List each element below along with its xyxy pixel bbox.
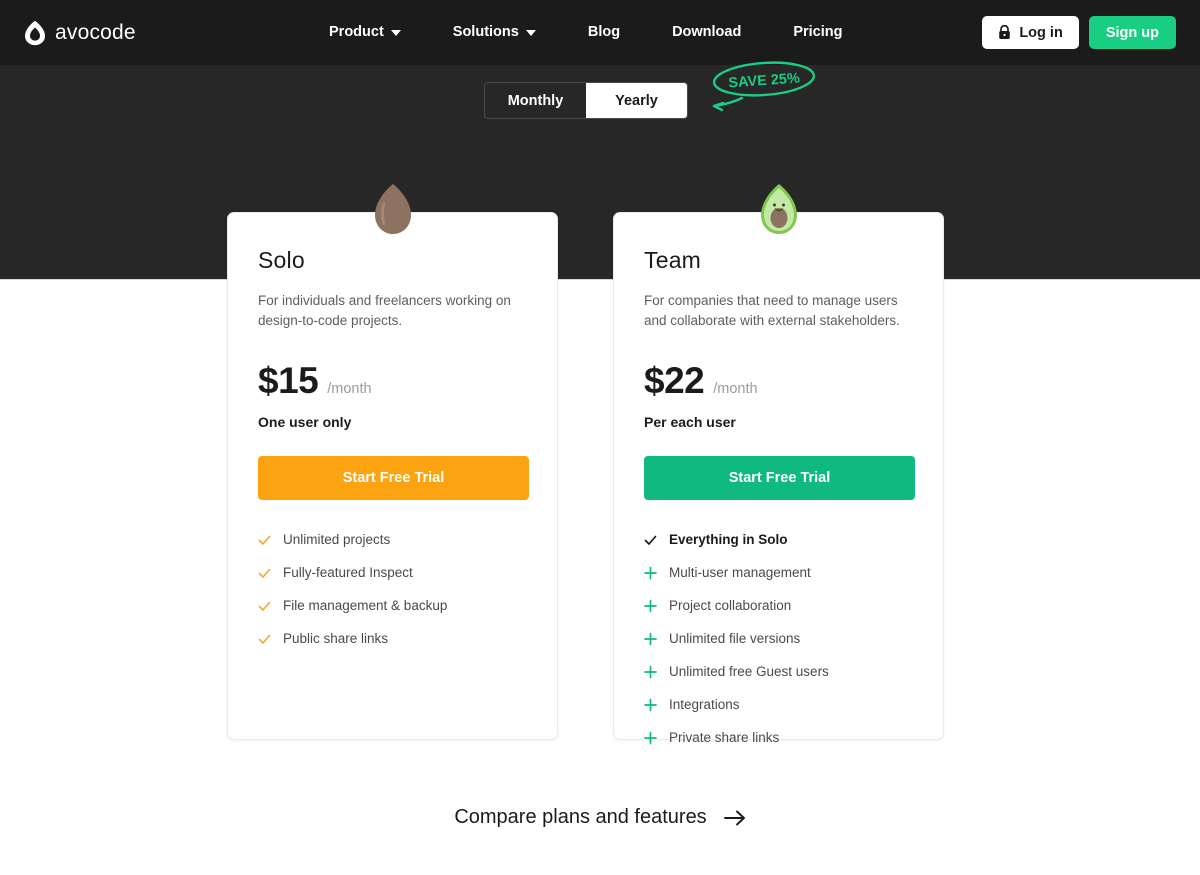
brand-logo[interactable]: avocode xyxy=(24,20,136,46)
feature-item: Fully-featured Inspect xyxy=(258,565,527,581)
plan-price-subtitle: Per each user xyxy=(644,414,736,430)
compare-plans-link[interactable]: Compare plans and features xyxy=(0,806,1200,829)
hero-divider xyxy=(0,279,1200,280)
plus-icon xyxy=(644,698,657,712)
feature-item: Project collaboration xyxy=(644,598,913,614)
login-button-label: Log in xyxy=(1019,24,1063,41)
brand-name: avocode xyxy=(55,20,136,44)
plus-icon xyxy=(644,731,657,745)
plan-description: For individuals and freelancers working … xyxy=(258,293,511,328)
plan-title: Team xyxy=(644,247,702,273)
nav-links: Product Solutions Blog Download Pricing xyxy=(303,0,869,65)
feature-label: Private share links xyxy=(669,730,780,745)
nav-link-solutions[interactable]: Solutions xyxy=(427,0,562,65)
plan-price-subtitle: One user only xyxy=(258,414,352,430)
check-icon xyxy=(644,535,657,545)
card-body: Team For companies that need to manage u… xyxy=(614,213,943,746)
feature-label: Project collaboration xyxy=(669,598,792,613)
nav-link-product[interactable]: Product xyxy=(303,0,427,65)
nav-link-label: Solutions xyxy=(452,24,519,40)
plan-price-row: $22 /month xyxy=(644,360,913,402)
check-icon xyxy=(258,535,271,545)
feature-item: Multi-user management xyxy=(644,565,913,581)
feature-label: Unlimited projects xyxy=(283,532,391,547)
plus-icon xyxy=(644,665,657,679)
signup-button[interactable]: Sign up xyxy=(1088,16,1176,49)
feature-item: Everything in Solo xyxy=(644,532,913,548)
plan-price-row: $15 /month xyxy=(258,360,527,402)
nav-link-label: Pricing xyxy=(793,24,843,40)
toggle-option-monthly[interactable]: Monthly xyxy=(485,83,586,118)
toggle-option-yearly[interactable]: Yearly xyxy=(586,83,687,118)
feature-item: File management & backup xyxy=(258,598,527,614)
annotation-label: SAVE 25% xyxy=(728,71,801,92)
feature-label: File management & backup xyxy=(283,598,448,613)
feature-label: Unlimited file versions xyxy=(669,631,801,646)
top-navigation-bar: avocode Product Solutions Blog Download … xyxy=(0,0,1200,65)
plan-price: $22 xyxy=(644,360,705,401)
check-icon xyxy=(258,568,271,578)
chevron-down-icon xyxy=(390,29,401,36)
feature-label: Unlimited free Guest users xyxy=(669,664,829,679)
plan-feature-list: Everything in Solo Multi-user management… xyxy=(644,532,913,746)
plan-price-period: /month xyxy=(327,381,372,397)
start-free-trial-button-solo[interactable]: Start Free Trial xyxy=(258,456,529,500)
feature-item: Private share links xyxy=(644,730,913,746)
arrow-right-icon xyxy=(723,810,745,825)
pricing-card-solo: Solo For individuals and freelancers wor… xyxy=(227,184,558,740)
nav-link-label: Product xyxy=(329,24,384,40)
lock-icon xyxy=(999,25,1011,39)
avocado-icon xyxy=(760,184,797,234)
billing-period-toggle[interactable]: Monthly Yearly xyxy=(484,82,688,119)
nav-link-pricing[interactable]: Pricing xyxy=(767,0,868,65)
feature-item: Public share links xyxy=(258,631,527,647)
plus-icon xyxy=(644,566,657,580)
feature-item: Unlimited projects xyxy=(258,532,527,548)
avocado-pit-icon xyxy=(374,184,411,234)
nav-actions: Log in Sign up xyxy=(982,0,1176,65)
nav-link-blog[interactable]: Blog xyxy=(562,0,646,65)
pricing-card-team: Team For companies that need to manage u… xyxy=(613,184,944,745)
feature-label: Multi-user management xyxy=(669,565,811,580)
feature-label: Everything in Solo xyxy=(669,532,788,547)
plan-feature-list: Unlimited projects Fully-featured Inspec… xyxy=(258,532,527,647)
feature-item: Unlimited free Guest users xyxy=(644,664,913,680)
compare-plans-label: Compare plans and features xyxy=(454,806,707,828)
login-button[interactable]: Log in xyxy=(982,16,1079,49)
chevron-down-icon xyxy=(525,29,536,36)
feature-label: Public share links xyxy=(283,631,389,646)
start-free-trial-button-team[interactable]: Start Free Trial xyxy=(644,456,915,500)
plus-icon xyxy=(644,599,657,613)
plan-price: $15 xyxy=(258,360,319,401)
nav-link-label: Blog xyxy=(587,24,621,40)
save-25-percent-annotation: SAVE 25% xyxy=(712,61,816,112)
nav-link-label: Download xyxy=(672,24,742,40)
check-icon xyxy=(258,601,271,611)
feature-item: Unlimited file versions xyxy=(644,631,913,647)
feature-label: Integrations xyxy=(669,697,740,712)
check-icon xyxy=(258,634,271,644)
nav-link-download[interactable]: Download xyxy=(646,0,767,65)
avocode-logo-icon xyxy=(25,20,45,45)
plus-icon xyxy=(644,632,657,646)
plan-title: Solo xyxy=(258,247,305,273)
plan-price-period: /month xyxy=(713,381,758,397)
pricing-page: avocode Product Solutions Blog Download … xyxy=(0,0,1200,875)
feature-item: Integrations xyxy=(644,697,913,713)
feature-label: Fully-featured Inspect xyxy=(283,565,413,580)
plan-description: For companies that need to manage users … xyxy=(644,293,900,328)
card-body: Solo For individuals and freelancers wor… xyxy=(228,213,557,647)
